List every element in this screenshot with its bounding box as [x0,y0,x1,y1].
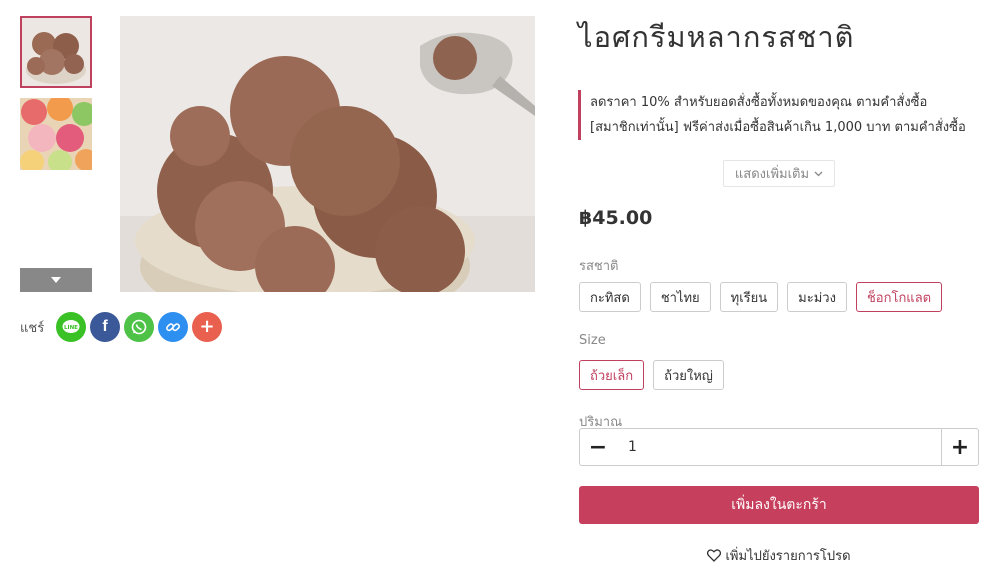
size-option-small-cup[interactable]: ถ้วยเล็ก [579,360,645,390]
promotion-list: ลดราคา 10% สำหรับยอดสั่งซื้อทั้งหมดของคุ… [578,90,966,140]
flavor-option-thai-tea[interactable]: ชาไทย [649,282,711,312]
flavor-option-mango[interactable]: มะม่วง [787,282,847,312]
add-to-cart-button[interactable]: เพิ่มลงในตะกร้า [579,486,979,524]
size-label: Size [579,333,606,348]
size-option-large-cup[interactable]: ถ้วยใหญ่ [653,360,724,390]
flavor-label: รสชาติ [579,259,619,274]
product-title: ไอศกรีมหลากรสชาติ [578,20,855,54]
link-icon [166,323,180,332]
minus-icon: − [588,434,608,460]
line-icon: LINE [62,320,80,333]
add-to-cart-label: เพิ่มลงในตะกร้า [731,497,827,513]
quantity-input[interactable] [616,429,941,465]
line-share-button[interactable]: LINE [56,312,86,342]
size-options: ถ้วยเล็ก ถ้วยใหญ่ [579,360,733,390]
caret-down-icon [51,277,61,283]
promotion-item: [สมาชิกเท่านั้น] ฟรีค่าส่งเมื่อซื้อสินค้… [590,120,966,135]
thumbnail-scroll-down-button[interactable] [20,268,92,292]
show-more-button[interactable]: แสดงเพิ่มเติม [723,160,835,187]
copy-link-button[interactable] [158,312,188,342]
promotion-item: ลดราคา 10% สำหรับยอดสั่งซื้อทั้งหมดของคุ… [590,95,928,110]
flavor-option-chocolate[interactable]: ช็อกโกแลต [855,282,943,312]
show-more-label: แสดงเพิ่มเติม [734,167,810,182]
facebook-icon: f [102,318,108,335]
svg-text:LINE: LINE [64,325,78,331]
wishlist-label: เพิ่มไปยังรายการโปรด [725,549,851,564]
whatsapp-icon [131,319,147,335]
quantity-stepper: − + [579,428,979,466]
thumbnail-mixed[interactable] [20,98,92,170]
thumbnail-list [20,16,92,170]
quantity-increase-button[interactable]: + [941,429,978,465]
heart-icon [707,549,722,562]
whatsapp-share-button[interactable] [124,312,154,342]
plus-icon: + [950,434,970,460]
facebook-share-button[interactable]: f [90,312,120,342]
quantity-decrease-button[interactable]: − [580,429,616,465]
share-row: แชร์ LINE f + [20,312,226,342]
add-to-wishlist-button[interactable]: เพิ่มไปยังรายการโปรด [579,545,979,566]
thumbnail-chocolate[interactable] [20,16,92,88]
flavor-option-durian[interactable]: ทุเรียน [719,282,779,312]
product-price: ฿45.00 [579,207,653,229]
flavor-options: กะทิสด ชาไทย ทุเรียน มะม่วง ช็อกโกแลต [579,282,951,312]
plus-icon: + [199,316,215,337]
flavor-option-coconut[interactable]: กะทิสด [579,282,641,312]
share-label: แชร์ [20,320,45,336]
main-product-image [120,16,535,292]
chevron-down-icon [814,171,823,176]
more-share-button[interactable]: + [192,312,222,342]
